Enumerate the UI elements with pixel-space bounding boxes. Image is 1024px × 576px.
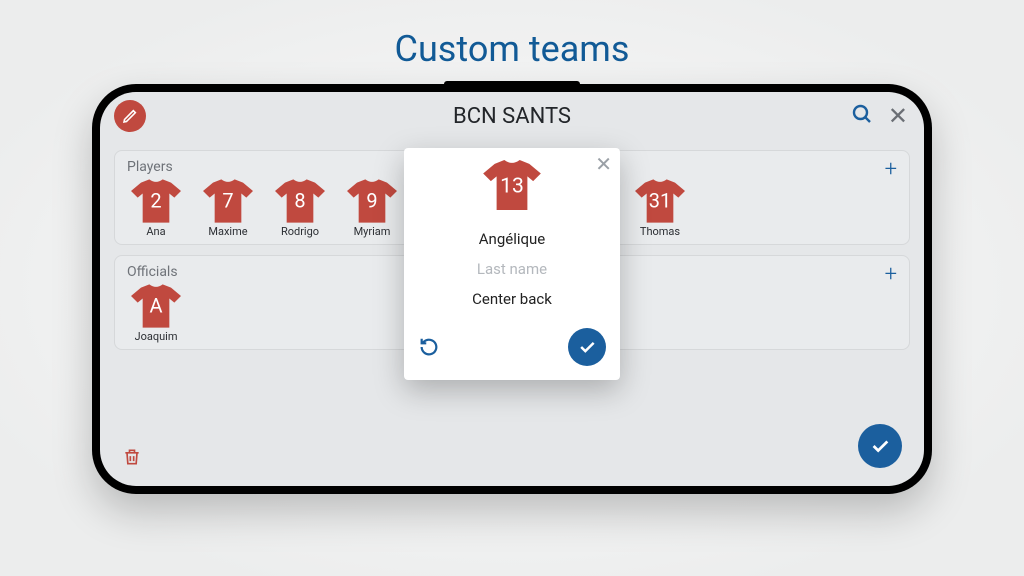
close-button[interactable]: ✕ <box>888 102 908 130</box>
delete-button[interactable] <box>122 446 142 468</box>
app-screen: BCN SANTS ✕ Players + 2 Ana 7 Maxime 8 R… <box>100 92 924 486</box>
svg-text:13: 13 <box>500 174 524 199</box>
player-edit-modal: ✕ 13 Angélique Last name Center back <box>404 148 620 380</box>
svg-text:9: 9 <box>366 189 377 213</box>
player-name: Rodrigo <box>281 225 319 238</box>
player-item[interactable]: 31 Thomas <box>631 179 689 238</box>
svg-text:8: 8 <box>294 189 305 213</box>
confirm-fab[interactable] <box>858 424 902 468</box>
plus-icon: + <box>885 262 897 287</box>
page-title: Custom teams <box>395 28 630 70</box>
team-title: BCN SANTS <box>453 104 571 129</box>
player-item[interactable]: 8 Rodrigo <box>271 179 329 238</box>
plus-icon: + <box>885 157 897 182</box>
app-header: BCN SANTS ✕ <box>100 92 924 140</box>
player-item[interactable]: 9 Myriam <box>343 179 401 238</box>
svg-text:7: 7 <box>222 189 233 213</box>
player-item[interactable]: 7 Maxime <box>199 179 257 238</box>
pencil-icon <box>122 108 138 124</box>
undo-icon <box>418 336 440 358</box>
modal-jersey[interactable]: 13 <box>483 160 541 210</box>
player-name: Thomas <box>640 225 680 238</box>
player-name: Ana <box>146 225 165 238</box>
player-name: Maxime <box>208 225 247 238</box>
first-name-field[interactable]: Angélique <box>479 230 546 248</box>
add-player-button[interactable]: + <box>885 157 897 182</box>
svg-text:2: 2 <box>150 189 161 213</box>
last-name-field[interactable]: Last name <box>477 260 547 278</box>
svg-text:A: A <box>149 294 162 318</box>
close-icon: ✕ <box>888 102 908 130</box>
undo-button[interactable] <box>418 336 440 358</box>
close-icon: ✕ <box>595 152 612 176</box>
search-button[interactable] <box>850 102 874 126</box>
modal-actions <box>418 328 606 366</box>
modal-confirm-button[interactable] <box>568 328 606 366</box>
player-name: Myriam <box>354 225 391 238</box>
check-icon <box>577 337 597 357</box>
edit-button[interactable] <box>114 100 146 132</box>
trash-icon <box>122 446 142 468</box>
search-icon <box>850 102 874 126</box>
phone-frame: BCN SANTS ✕ Players + 2 Ana 7 Maxime 8 R… <box>92 84 932 494</box>
add-official-button[interactable]: + <box>885 262 897 287</box>
modal-close-button[interactable]: ✕ <box>595 152 612 176</box>
player-item[interactable]: A Joaquim <box>127 284 185 343</box>
player-item[interactable]: 2 Ana <box>127 179 185 238</box>
svg-text:31: 31 <box>649 189 671 213</box>
check-icon <box>869 435 891 457</box>
position-field[interactable]: Center back <box>472 290 552 308</box>
player-name: Joaquim <box>135 330 178 343</box>
